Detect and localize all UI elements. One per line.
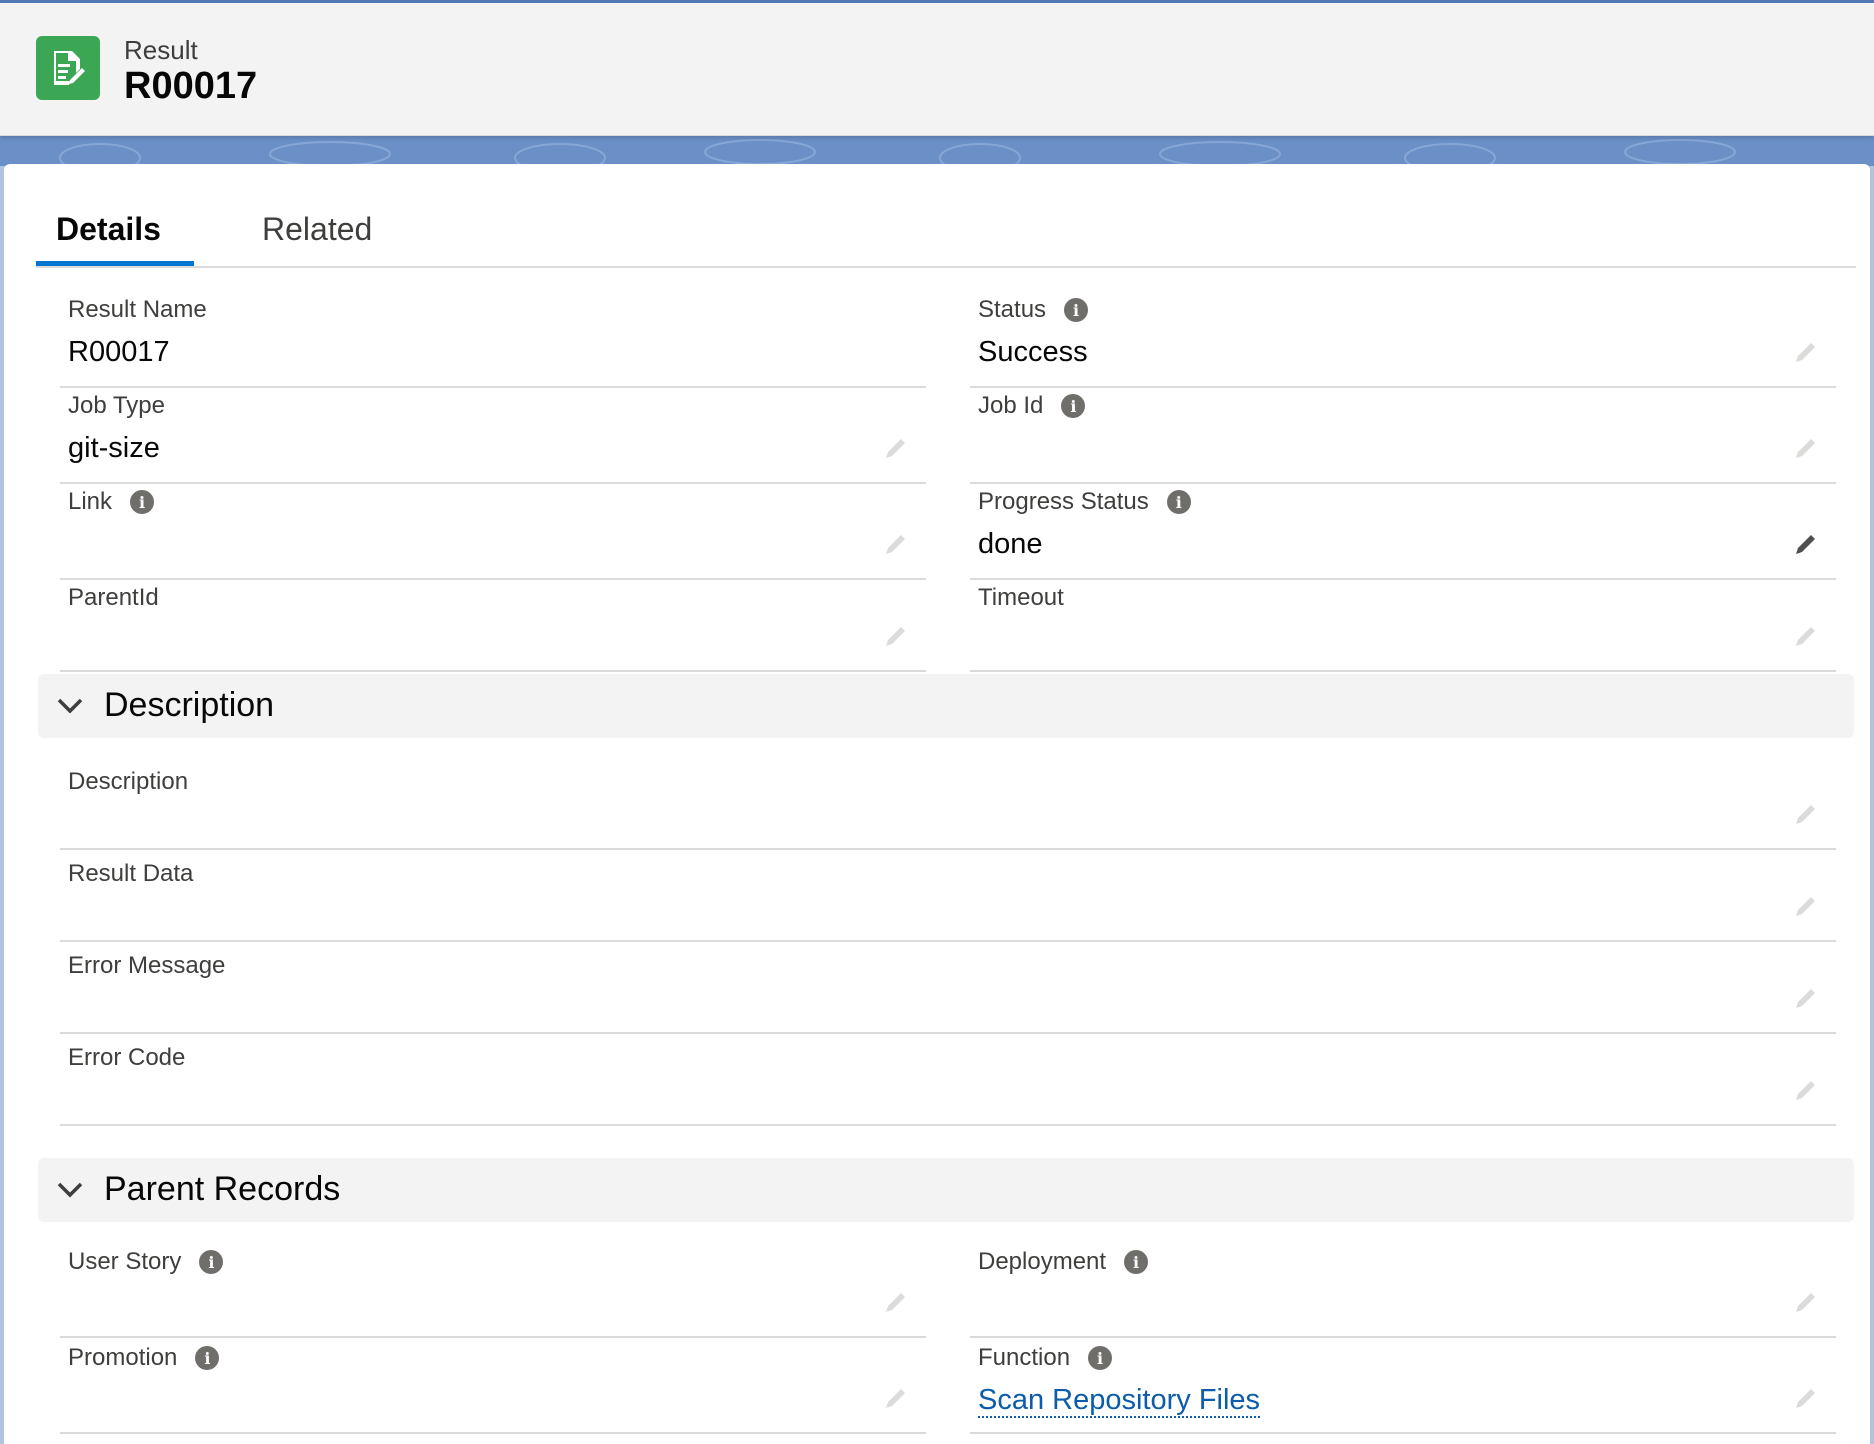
chevron-down-icon — [57, 698, 83, 714]
field-job-id: Job Id i — [970, 382, 1836, 484]
field-link: Link i — [60, 478, 926, 580]
field-label: User Story i — [68, 1248, 224, 1276]
field-label: Link i — [68, 488, 155, 516]
field-label: Deployment i — [978, 1248, 1149, 1276]
field-value: Success — [978, 336, 1088, 368]
field-result-data: Result Data — [60, 850, 1836, 942]
pencil-icon[interactable] — [1792, 1386, 1818, 1412]
field-value: done — [978, 528, 1043, 560]
field-progress-status: Progress Status i done — [970, 478, 1836, 580]
field-label: Error Code — [68, 1044, 186, 1071]
pencil-icon[interactable] — [1792, 532, 1818, 558]
section-title: Description — [104, 686, 275, 724]
pencil-icon[interactable] — [1792, 802, 1818, 828]
field-label: Description — [68, 768, 189, 795]
chevron-down-icon — [57, 1182, 83, 1198]
pencil-icon[interactable] — [1792, 1078, 1818, 1104]
field-timeout: Timeout — [970, 574, 1836, 672]
pencil-icon[interactable] — [882, 1290, 908, 1316]
pencil-icon[interactable] — [1792, 986, 1818, 1012]
pencil-icon[interactable] — [882, 624, 908, 650]
section-parent-records[interactable]: Parent Records — [38, 1158, 1854, 1222]
field-user-story: User Story i — [60, 1238, 926, 1338]
pencil-icon[interactable] — [1792, 1290, 1818, 1316]
field-status: Status i Success — [970, 286, 1836, 388]
record-header: Result R00017 — [0, 0, 1874, 136]
pencil-icon[interactable] — [882, 1386, 908, 1412]
record-title: R00017 — [124, 65, 258, 107]
field-label: Error Message — [68, 952, 226, 979]
function-link[interactable]: Scan Repository Files — [978, 1384, 1261, 1418]
pencil-icon[interactable] — [1792, 436, 1818, 462]
info-icon[interactable]: i — [195, 1346, 220, 1370]
field-label: Result Data — [68, 860, 194, 887]
pencil-icon[interactable] — [1792, 894, 1818, 920]
info-icon[interactable]: i — [130, 490, 155, 514]
info-icon[interactable]: i — [1124, 1250, 1149, 1274]
field-error-message: Error Message — [60, 942, 1836, 1034]
field-label: Status i — [978, 296, 1089, 324]
field-result-name: Result Name R00017 — [60, 286, 926, 388]
field-value: R00017 — [68, 336, 170, 368]
field-label: Progress Status i — [978, 488, 1191, 516]
header-banner — [0, 136, 1874, 166]
field-label: ParentId — [68, 584, 159, 611]
pencil-icon[interactable] — [882, 436, 908, 462]
object-label: Result — [124, 35, 198, 65]
section-description[interactable]: Description — [38, 674, 1854, 738]
section-title: Parent Records — [104, 1170, 341, 1208]
pencil-icon[interactable] — [882, 532, 908, 558]
field-parent-id: ParentId — [60, 574, 926, 672]
info-icon[interactable]: i — [1061, 394, 1086, 418]
field-label: Timeout — [978, 584, 1064, 611]
tab-details[interactable]: Details — [36, 200, 194, 266]
pencil-icon[interactable] — [1792, 624, 1818, 650]
field-label: Job Id i — [978, 392, 1086, 420]
tab-bar: Details Related — [36, 200, 1856, 268]
info-icon[interactable]: i — [1088, 1346, 1113, 1370]
field-label: Function i — [978, 1344, 1113, 1372]
field-error-code: Error Code — [60, 1034, 1836, 1126]
field-promotion: Promotion i — [60, 1334, 926, 1434]
field-label: Job Type — [68, 392, 165, 419]
field-label: Result Name — [68, 296, 207, 323]
field-label: Promotion i — [68, 1344, 220, 1372]
field-job-type: Job Type git-size — [60, 382, 926, 484]
record-edit-icon — [36, 36, 100, 100]
field-value: git-size — [68, 432, 160, 464]
field-deployment: Deployment i — [970, 1238, 1836, 1338]
tab-related[interactable]: Related — [262, 200, 372, 266]
details-card: Details Related Result Name R00017 Statu… — [4, 164, 1870, 1444]
info-icon[interactable]: i — [1166, 490, 1191, 514]
pencil-icon[interactable] — [1792, 340, 1818, 366]
info-icon[interactable]: i — [1064, 298, 1089, 322]
field-description: Description — [60, 758, 1836, 850]
field-function: Function i Scan Repository Files — [970, 1334, 1836, 1434]
info-icon[interactable]: i — [199, 1250, 224, 1274]
